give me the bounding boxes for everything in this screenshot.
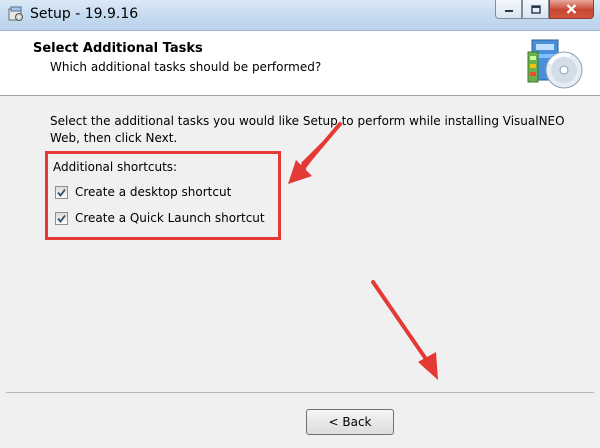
close-icon	[566, 4, 577, 14]
minimize-button[interactable]	[495, 0, 522, 19]
window-title: Setup - 19.9.16	[30, 6, 139, 22]
footer-divider	[6, 392, 594, 393]
close-button[interactable]	[549, 0, 594, 19]
title-bar[interactable]: Setup - 19.9.16	[0, 0, 600, 31]
instruction-text: Select the additional tasks you would li…	[50, 114, 565, 145]
setup-app-icon	[8, 6, 24, 22]
page-subtitle: Which additional tasks should be perform…	[50, 60, 322, 74]
minimize-icon	[504, 5, 514, 13]
page-title: Select Additional Tasks	[33, 41, 203, 56]
back-button[interactable]: < Back	[306, 409, 394, 435]
setup-window: Setup - 19.9.16 Select Additional Tasks …	[0, 0, 600, 448]
window-controls	[495, 0, 594, 22]
wizard-header: Select Additional Tasks Which additional…	[0, 31, 600, 96]
annotation-highlight-box	[45, 151, 281, 240]
maximize-icon	[530, 4, 541, 14]
maximize-button[interactable]	[522, 0, 549, 19]
setup-cd-icon	[526, 34, 584, 92]
annotation-arrow-to-next	[371, 280, 438, 380]
